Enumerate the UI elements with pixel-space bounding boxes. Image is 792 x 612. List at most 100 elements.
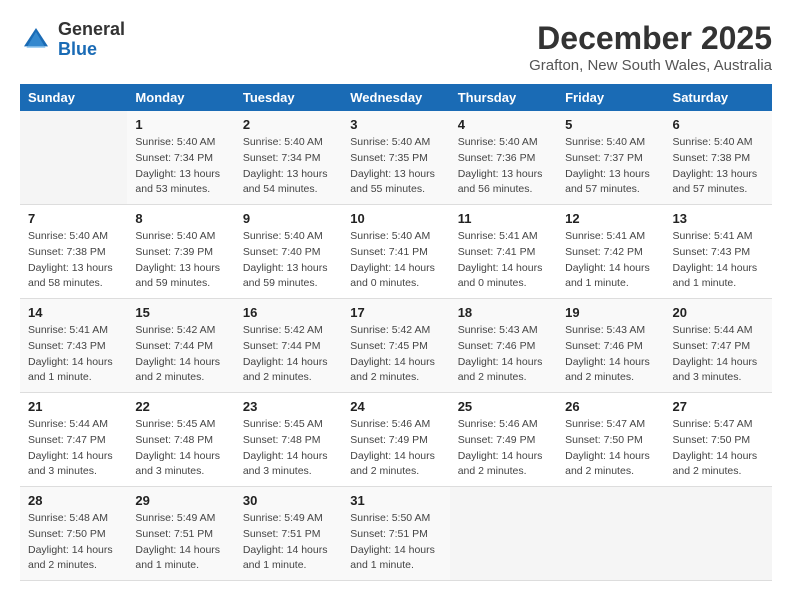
calendar-cell: 27 Sunrise: 5:47 AMSunset: 7:50 PMDayligh… xyxy=(665,393,772,487)
calendar-cell: 31 Sunrise: 5:50 AMSunset: 7:51 PMDayligh… xyxy=(342,487,449,581)
calendar-cell: 16Sunrise: 5:42 AMSunset: 7:44 PMDayligh… xyxy=(235,299,342,393)
week-row-4: 21 Sunrise: 5:44 AMSunset: 7:47 PMDayligh… xyxy=(20,393,772,487)
day-number: 5 xyxy=(565,117,656,132)
day-number: 25 xyxy=(458,399,549,414)
day-number: 23 xyxy=(243,399,334,414)
day-number: 17 xyxy=(350,305,441,320)
day-info: Sunrise: 5:40 AMSunset: 7:34 PMDaylight:… xyxy=(135,135,226,198)
day-number: 3 xyxy=(350,117,441,132)
location: Grafton, New South Wales, Australia xyxy=(529,57,772,74)
calendar-cell: 17 Sunrise: 5:42 AMSunset: 7:45 PMDayligh… xyxy=(342,299,449,393)
logo-text: General Blue xyxy=(58,20,125,60)
day-info: Sunrise: 5:43 AMSunset: 7:46 PMDaylight:… xyxy=(458,323,549,386)
day-number: 12 xyxy=(565,211,656,226)
day-info: Sunrise: 5:45 AMSunset: 7:48 PMDaylight:… xyxy=(135,417,226,480)
calendar-cell: 15 Sunrise: 5:42 AMSunset: 7:44 PMDayligh… xyxy=(127,299,234,393)
day-info: Sunrise: 5:40 AMSunset: 7:38 PMDaylight:… xyxy=(28,229,119,292)
week-row-1: 1 Sunrise: 5:40 AMSunset: 7:34 PMDaylight… xyxy=(20,111,772,205)
day-info: Sunrise: 5:43 AMSunset: 7:46 PMDaylight:… xyxy=(565,323,656,386)
page-header: General Blue December 2025 Grafton, New … xyxy=(20,20,772,74)
calendar-cell: 1 Sunrise: 5:40 AMSunset: 7:34 PMDaylight… xyxy=(127,111,234,205)
calendar-cell: 4Sunrise: 5:40 AMSunset: 7:36 PMDaylight… xyxy=(450,111,557,205)
calendar-cell xyxy=(665,487,772,581)
day-number: 14 xyxy=(28,305,119,320)
day-number: 28 xyxy=(28,493,119,508)
calendar-cell: 20 Sunrise: 5:44 AMSunset: 7:47 PMDayligh… xyxy=(665,299,772,393)
calendar-cell: 21 Sunrise: 5:44 AMSunset: 7:47 PMDayligh… xyxy=(20,393,127,487)
day-number: 15 xyxy=(135,305,226,320)
day-info: Sunrise: 5:47 AMSunset: 7:50 PMDaylight:… xyxy=(565,417,656,480)
day-info: Sunrise: 5:40 AMSunset: 7:34 PMDaylight:… xyxy=(243,135,334,198)
calendar-cell: 25 Sunrise: 5:46 AMSunset: 7:49 PMDayligh… xyxy=(450,393,557,487)
calendar-cell: 18 Sunrise: 5:43 AMSunset: 7:46 PMDayligh… xyxy=(450,299,557,393)
day-info: Sunrise: 5:40 AMSunset: 7:41 PMDaylight:… xyxy=(350,229,441,292)
calendar-cell: 8Sunrise: 5:40 AMSunset: 7:39 PMDaylight… xyxy=(127,205,234,299)
logo-general: General xyxy=(58,19,125,39)
day-info: Sunrise: 5:45 AMSunset: 7:48 PMDaylight:… xyxy=(243,417,334,480)
day-number: 13 xyxy=(673,211,764,226)
day-number: 10 xyxy=(350,211,441,226)
day-info: Sunrise: 5:49 AMSunset: 7:51 PMDaylight:… xyxy=(135,511,226,574)
day-info: Sunrise: 5:41 AMSunset: 7:41 PMDaylight:… xyxy=(458,229,549,292)
day-info: Sunrise: 5:50 AMSunset: 7:51 PMDaylight:… xyxy=(350,511,441,574)
day-info: Sunrise: 5:44 AMSunset: 7:47 PMDaylight:… xyxy=(673,323,764,386)
calendar-cell xyxy=(450,487,557,581)
day-info: Sunrise: 5:47 AMSunset: 7:50 PMDaylight:… xyxy=(673,417,764,480)
calendar-cell: 24 Sunrise: 5:46 AMSunset: 7:49 PMDayligh… xyxy=(342,393,449,487)
calendar-cell: 12 Sunrise: 5:41 AMSunset: 7:42 PMDayligh… xyxy=(557,205,664,299)
calendar-cell: 11 Sunrise: 5:41 AMSunset: 7:41 PMDayligh… xyxy=(450,205,557,299)
day-number: 20 xyxy=(673,305,764,320)
day-info: Sunrise: 5:42 AMSunset: 7:45 PMDaylight:… xyxy=(350,323,441,386)
calendar-cell: 5 Sunrise: 5:40 AMSunset: 7:37 PMDaylight… xyxy=(557,111,664,205)
logo: General Blue xyxy=(20,20,125,60)
day-number: 30 xyxy=(243,493,334,508)
calendar-cell: 19 Sunrise: 5:43 AMSunset: 7:46 PMDayligh… xyxy=(557,299,664,393)
day-number: 16 xyxy=(243,305,334,320)
calendar-cell: 22Sunrise: 5:45 AMSunset: 7:48 PMDayligh… xyxy=(127,393,234,487)
day-number: 27 xyxy=(673,399,764,414)
calendar-cell xyxy=(20,111,127,205)
day-info: Sunrise: 5:42 AMSunset: 7:44 PMDaylight:… xyxy=(135,323,226,386)
day-number: 18 xyxy=(458,305,549,320)
calendar-cell xyxy=(557,487,664,581)
calendar-cell: 23 Sunrise: 5:45 AMSunset: 7:48 PMDayligh… xyxy=(235,393,342,487)
week-row-3: 14Sunrise: 5:41 AMSunset: 7:43 PMDayligh… xyxy=(20,299,772,393)
day-info: Sunrise: 5:41 AMSunset: 7:42 PMDaylight:… xyxy=(565,229,656,292)
day-header-monday: Monday xyxy=(127,84,234,111)
calendar-cell: 7Sunrise: 5:40 AMSunset: 7:38 PMDaylight… xyxy=(20,205,127,299)
day-number: 26 xyxy=(565,399,656,414)
day-info: Sunrise: 5:49 AMSunset: 7:51 PMDaylight:… xyxy=(243,511,334,574)
day-header-tuesday: Tuesday xyxy=(235,84,342,111)
day-number: 24 xyxy=(350,399,441,414)
day-info: Sunrise: 5:40 AMSunset: 7:36 PMDaylight:… xyxy=(458,135,549,198)
calendar-cell: 9 Sunrise: 5:40 AMSunset: 7:40 PMDaylight… xyxy=(235,205,342,299)
logo-blue: Blue xyxy=(58,39,97,59)
day-number: 21 xyxy=(28,399,119,414)
day-info: Sunrise: 5:44 AMSunset: 7:47 PMDaylight:… xyxy=(28,417,119,480)
calendar-table: SundayMondayTuesdayWednesdayThursdayFrid… xyxy=(20,84,772,581)
calendar-cell: 14Sunrise: 5:41 AMSunset: 7:43 PMDayligh… xyxy=(20,299,127,393)
day-number: 19 xyxy=(565,305,656,320)
day-header-saturday: Saturday xyxy=(665,84,772,111)
day-info: Sunrise: 5:41 AMSunset: 7:43 PMDaylight:… xyxy=(673,229,764,292)
day-info: Sunrise: 5:40 AMSunset: 7:38 PMDaylight:… xyxy=(673,135,764,198)
calendar-cell: 6 Sunrise: 5:40 AMSunset: 7:38 PMDaylight… xyxy=(665,111,772,205)
day-number: 8 xyxy=(135,211,226,226)
day-number: 9 xyxy=(243,211,334,226)
day-number: 1 xyxy=(135,117,226,132)
title-block: December 2025 Grafton, New South Wales, … xyxy=(529,20,772,74)
calendar-cell: 26 Sunrise: 5:47 AMSunset: 7:50 PMDayligh… xyxy=(557,393,664,487)
day-info: Sunrise: 5:48 AMSunset: 7:50 PMDaylight:… xyxy=(28,511,119,574)
calendar-cell: 10 Sunrise: 5:40 AMSunset: 7:41 PMDayligh… xyxy=(342,205,449,299)
day-info: Sunrise: 5:46 AMSunset: 7:49 PMDaylight:… xyxy=(350,417,441,480)
calendar-cell: 30 Sunrise: 5:49 AMSunset: 7:51 PMDayligh… xyxy=(235,487,342,581)
day-number: 11 xyxy=(458,211,549,226)
day-number: 31 xyxy=(350,493,441,508)
day-header-sunday: Sunday xyxy=(20,84,127,111)
day-info: Sunrise: 5:40 AMSunset: 7:37 PMDaylight:… xyxy=(565,135,656,198)
day-header-friday: Friday xyxy=(557,84,664,111)
day-info: Sunrise: 5:40 AMSunset: 7:40 PMDaylight:… xyxy=(243,229,334,292)
calendar-cell: 28 Sunrise: 5:48 AMSunset: 7:50 PMDayligh… xyxy=(20,487,127,581)
day-info: Sunrise: 5:46 AMSunset: 7:49 PMDaylight:… xyxy=(458,417,549,480)
day-number: 6 xyxy=(673,117,764,132)
